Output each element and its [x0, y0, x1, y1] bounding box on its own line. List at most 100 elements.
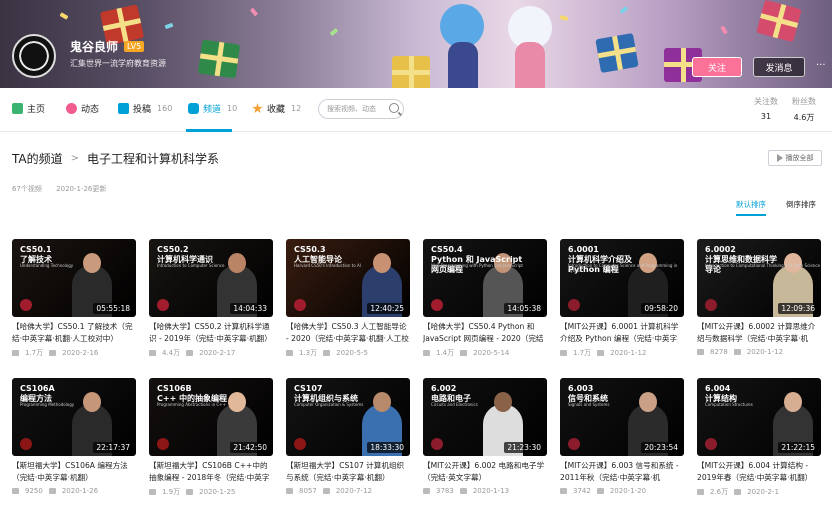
video-duration: 09:58:20	[641, 303, 681, 314]
breadcrumb: TA的频道 > 电子工程和计算机科学系	[12, 150, 219, 167]
calendar-icon	[323, 350, 331, 356]
video-title[interactable]: 【MIT公开课】6.004 计算结构 - 2019年春（完结·中英字幕·机翻）	[697, 460, 821, 484]
chevron-right-icon: >	[70, 153, 79, 164]
video-card[interactable]: CS106B C++ 中的抽象编程 Programming Abstractio…	[149, 378, 273, 497]
thumbnail-subtitle: Programming Methodology	[20, 402, 75, 407]
play-all-button[interactable]: 播放全部	[768, 150, 822, 166]
play-count-icon	[149, 489, 156, 495]
anime-character-decoration	[448, 42, 478, 88]
video-title[interactable]: 【斯坦福大学】CS107 计算机组织与系统（完结·中英字幕·机翻）	[286, 460, 410, 484]
video-thumbnail[interactable]: CS50.2 计算机科学通识 Introduction to Computer …	[149, 239, 273, 317]
tab-favorites[interactable]: 收藏 12	[252, 102, 301, 115]
video-title[interactable]: 【哈佛大学】CS50.1 了解技术（完结·中英字幕·机翻·人工校对中）	[12, 321, 136, 345]
play-count-icon	[697, 489, 704, 495]
video-thumbnail[interactable]: CS50.1 了解技术 Understanding Technology 05:…	[12, 239, 136, 317]
upload-date: 2020-2-16	[62, 349, 99, 357]
play-count: 3742	[573, 487, 591, 495]
play-count: 4.4万	[162, 349, 181, 357]
tab-channel[interactable]: 频道 10	[188, 102, 237, 115]
video-title[interactable]: 【哈佛大学】CS50.3 人工智能导论 - 2020（完结·中英字幕·机翻·人工…	[286, 321, 410, 345]
lecturer-head	[83, 392, 101, 412]
upload-date: 2020-2-17	[199, 349, 236, 357]
video-thumbnail[interactable]: CS50.3 人工智能导论 Harvard CS50's Introductio…	[286, 239, 410, 317]
following-value: 31	[760, 112, 772, 121]
play-count: 1.4万	[436, 349, 455, 357]
video-card[interactable]: CS50.3 人工智能导论 Harvard CS50's Introductio…	[286, 239, 410, 358]
sort-default[interactable]: 默认排序	[736, 199, 766, 216]
video-meta: 8057 2020-7-12	[286, 487, 410, 495]
upload-date: 2020-1-12	[610, 349, 647, 357]
video-thumbnail[interactable]: CS106B C++ 中的抽象编程 Programming Abstractio…	[149, 378, 273, 456]
video-card[interactable]: 6.0002 计算思维和数据科学 导论 Introduction to Comp…	[697, 239, 821, 356]
thumbnail-subtitle: Computer Organization & Systems	[294, 402, 364, 407]
video-card[interactable]: 6.003 信号和系统 Signals and Systems 20:23:54…	[560, 378, 684, 495]
following-stat[interactable]: 关注数 31	[746, 96, 786, 121]
video-title[interactable]: 【哈佛大学】CS50.4 Python 和 JavaScript 网页编程 - …	[423, 321, 547, 345]
lecturer-head	[373, 253, 391, 273]
video-title[interactable]: 【MIT公开课】6.003 信号和系统 - 2011年秋（完结·中英字幕·机	[560, 460, 684, 484]
calendar-icon	[734, 489, 742, 495]
follow-button[interactable]: 关注	[692, 57, 742, 77]
lecturer-head	[494, 392, 512, 412]
play-count-icon	[286, 350, 293, 356]
video-meta: 3783 2020-1-13	[423, 487, 547, 495]
avatar[interactable]	[12, 34, 56, 78]
video-title[interactable]: 【MIT公开课】6.0002 计算思维介绍与数据科学（完结·中英字幕·机	[697, 321, 821, 345]
upload-date: 2020-1-13	[472, 487, 510, 495]
calendar-icon	[186, 350, 194, 356]
thumbnail-subtitle: Introduction to Computer Science	[157, 263, 225, 268]
video-title[interactable]: 【MIT公开课】6.002 电路和电子学（完结·英文字幕）	[423, 460, 547, 484]
tab-uploads[interactable]: 投稿 160	[118, 102, 172, 115]
video-thumbnail[interactable]: 6.002 电路和电子 Circuits and Electronics 21:…	[423, 378, 547, 456]
video-thumbnail[interactable]: 6.004 计算结构 Computation Structures 21:22:…	[697, 378, 821, 456]
video-meta: 8278 2020-1-12	[697, 348, 821, 356]
video-thumbnail[interactable]: 6.003 信号和系统 Signals and Systems 20:23:54	[560, 378, 684, 456]
play-count-icon	[423, 488, 430, 494]
tab-dynamic[interactable]: 动态	[66, 102, 99, 115]
video-card[interactable]: CS50.2 计算机科学通识 Introduction to Computer …	[149, 239, 273, 358]
thumbnail-title: CS50.4 Python 和 JavaScript 网页编程	[431, 245, 523, 274]
video-card[interactable]: CS50.4 Python 和 JavaScript 网页编程 Web Prog…	[423, 239, 547, 358]
video-meta: 4.4万 2020-2-17	[149, 348, 273, 358]
video-thumbnail[interactable]: 6.0002 计算思维和数据科学 导论 Introduction to Comp…	[697, 239, 821, 317]
video-card[interactable]: CS106A 编程方法 Programming Methodology 22:1…	[12, 378, 136, 495]
calendar-icon	[48, 488, 56, 494]
calendar-icon	[733, 349, 741, 355]
video-card[interactable]: CS107 计算机组织与系统 Computer Organization & S…	[286, 378, 410, 495]
sort-reverse[interactable]: 倒序排序	[786, 199, 816, 210]
followers-value: 4.6万	[793, 113, 815, 122]
thumbnail-subtitle: Programming Abstractions in C++	[157, 402, 226, 407]
video-title[interactable]: 【斯坦福大学】CS106A 编程方法（完结·中英字幕·机翻）	[12, 460, 136, 484]
thumbnail-title: 6.004 计算结构	[705, 384, 737, 403]
thumbnail-subtitle: Introduction to Computational Thinking a…	[705, 263, 821, 268]
video-card[interactable]: 6.0001 计算机科学介绍及 Python 编程 Introduction t…	[560, 239, 684, 358]
video-thumbnail[interactable]: CS107 计算机组织与系统 Computer Organization & S…	[286, 378, 410, 456]
video-thumbnail[interactable]: 6.0001 计算机科学介绍及 Python 编程 Introduction t…	[560, 239, 684, 317]
tab-home[interactable]: 主页	[12, 102, 45, 115]
confetti-decoration	[559, 15, 569, 21]
followers-stat[interactable]: 粉丝数 4.6万	[784, 96, 824, 123]
video-thumbnail[interactable]: CS50.4 Python 和 JavaScript 网页编程 Web Prog…	[423, 239, 547, 317]
confetti-decoration	[720, 25, 728, 35]
video-title[interactable]: 【哈佛大学】CS50.2 计算机科学通识 - 2019年（完结·中英字幕·机翻）	[149, 321, 273, 345]
video-title[interactable]: 【斯坦福大学】CS106B C++中的抽象编程 - 2018年冬（完结·中英字	[149, 460, 273, 484]
video-thumbnail[interactable]: CS106A 编程方法 Programming Methodology 22:1…	[12, 378, 136, 456]
video-meta: 1.4万 2020-5-14	[423, 348, 547, 358]
more-icon[interactable]: ···	[816, 60, 826, 71]
university-logo-icon	[431, 299, 443, 311]
send-message-button[interactable]: 发消息	[753, 57, 805, 77]
play-count: 1.7万	[25, 349, 44, 357]
confetti-decoration	[59, 12, 69, 20]
confetti-decoration	[619, 6, 629, 14]
video-card[interactable]: 6.004 计算结构 Computation Structures 21:22:…	[697, 378, 821, 497]
search-icon[interactable]	[389, 103, 399, 113]
video-card[interactable]: CS50.1 了解技术 Understanding Technology 05:…	[12, 239, 136, 358]
video-title[interactable]: 【MIT公开课】6.0001 计算机科学介绍及 Python 编程（完结·中英字	[560, 321, 684, 345]
video-meta: 1.7万 2020-2-16	[12, 348, 136, 358]
video-duration: 18:33:30	[367, 442, 407, 453]
breadcrumb-root[interactable]: TA的频道	[12, 150, 63, 167]
thumbnail-title: CS50.3 人工智能导论	[294, 245, 342, 264]
channel-icon	[188, 103, 199, 114]
confetti-decoration	[249, 7, 259, 17]
video-card[interactable]: 6.002 电路和电子 Circuits and Electronics 21:…	[423, 378, 547, 495]
